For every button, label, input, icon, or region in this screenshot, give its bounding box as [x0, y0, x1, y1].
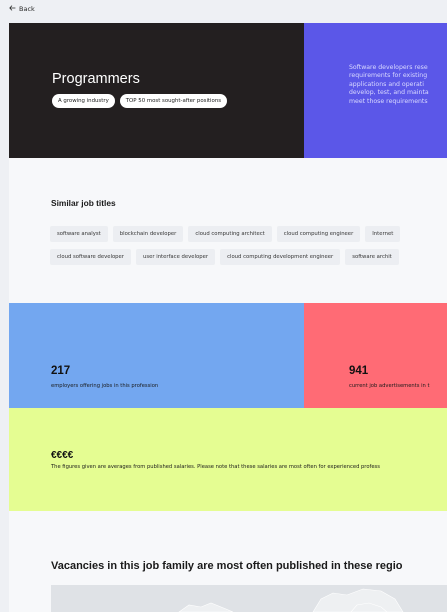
- description-line: meet those requirements: [349, 97, 428, 105]
- employers-label: employers offering jobs in this professi…: [51, 383, 159, 389]
- hero-tags: A growing industry TOP 50 most sought-af…: [52, 94, 228, 108]
- similar-titles-row-1: software analyst blockchain developer cl…: [50, 226, 401, 242]
- tag-top-50: TOP 50 most sought-after positions: [119, 94, 228, 108]
- profession-hero: Programmers A growing industry TOP 50 mo…: [9, 23, 447, 158]
- profession-page: Programmers A growing industry TOP 50 mo…: [9, 23, 447, 612]
- job-title-chip[interactable]: cloud software developer: [50, 249, 131, 265]
- job-title-chip[interactable]: cloud computing engineer: [276, 226, 361, 242]
- back-label: Back: [19, 5, 35, 13]
- description-line: requirements for existing: [349, 72, 428, 80]
- job-title-chip[interactable]: Internet: [365, 226, 401, 242]
- vacancies-regions-heading: Vacancies in this job family are most of…: [51, 560, 403, 572]
- arrow-left-icon: [9, 5, 16, 13]
- job-title-chip[interactable]: cloud computing architect: [188, 226, 272, 242]
- regions-map[interactable]: [51, 585, 447, 612]
- description-line: Software developers rese: [349, 64, 428, 71]
- tag-growing-industry: A growing industry: [52, 94, 115, 108]
- salary-level: €€€€: [51, 450, 74, 461]
- job-title-chip[interactable]: user interface developer: [135, 249, 216, 265]
- map-shapes: [178, 588, 404, 612]
- job-title-chip[interactable]: software archit: [345, 249, 399, 265]
- hero-title-panel: Programmers A growing industry TOP 50 mo…: [9, 23, 304, 158]
- hero-description-panel: Software developers rese requirements fo…: [304, 23, 447, 158]
- back-link[interactable]: Back: [9, 5, 35, 13]
- job-title-chip[interactable]: blockchain developer: [112, 226, 184, 242]
- job-title-chip[interactable]: software analyst: [50, 226, 108, 242]
- employers-stat-card: 217 employers offering jobs in this prof…: [9, 303, 304, 408]
- job-title-chip[interactable]: cloud computing development engineer: [220, 249, 341, 265]
- job-ads-label: current job advertisements in t: [349, 383, 430, 389]
- description-line: applications and operati: [349, 80, 424, 88]
- salary-note: The figures given are averages from publ…: [51, 464, 380, 470]
- similar-titles-heading: Similar job titles: [51, 198, 116, 208]
- description-line: develop, test, and mainta: [349, 89, 429, 97]
- salary-card: [9, 408, 447, 511]
- job-ads-count: 941: [349, 365, 369, 377]
- employers-count: 217: [51, 365, 71, 377]
- job-ads-stat-card: 941 current job advertisements in t: [304, 303, 447, 408]
- profession-description: Software developers rese requirements fo…: [349, 64, 447, 106]
- similar-titles-row-2: cloud software developer user interface …: [50, 249, 399, 265]
- page-title: Programmers: [52, 71, 140, 87]
